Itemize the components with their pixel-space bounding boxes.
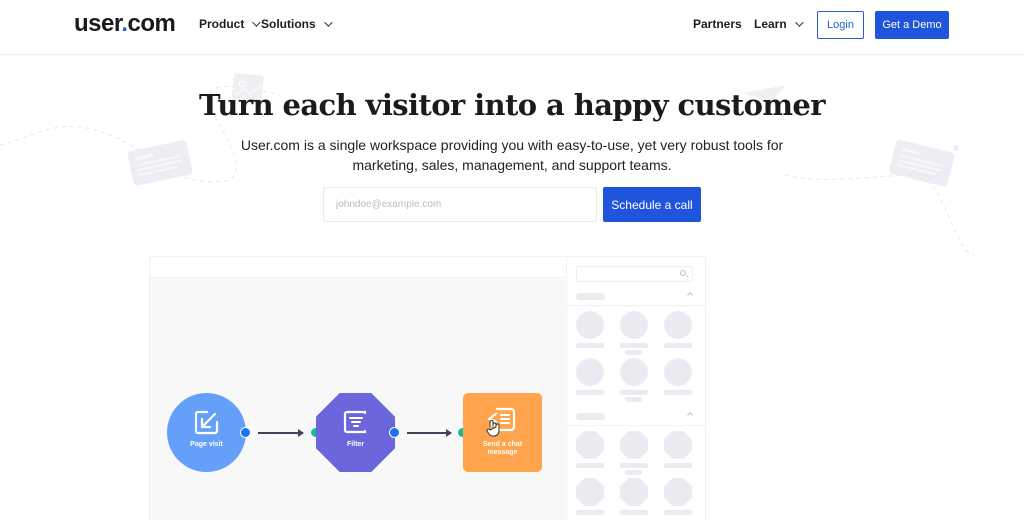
label-placeholder xyxy=(620,463,648,468)
email-input[interactable] xyxy=(323,187,597,222)
output-port[interactable] xyxy=(389,427,400,438)
nav-partners-label: Partners xyxy=(693,17,742,31)
chevron-down-icon xyxy=(323,18,333,27)
trigger-placeholder[interactable] xyxy=(664,358,692,386)
label-placeholder xyxy=(625,350,642,355)
flow-node-label: Page visit xyxy=(190,441,223,448)
label-placeholder xyxy=(620,510,648,515)
nav-learn[interactable]: Learn xyxy=(754,17,804,31)
trigger-placeholder[interactable] xyxy=(620,358,648,386)
label-placeholder xyxy=(576,463,604,468)
flow-node-filter[interactable]: Filter xyxy=(316,393,395,472)
trigger-placeholder[interactable] xyxy=(620,311,648,339)
panel-section-header[interactable] xyxy=(567,290,705,306)
condition-placeholder[interactable] xyxy=(664,431,692,459)
chevron-down-icon xyxy=(252,18,262,27)
condition-placeholder[interactable] xyxy=(576,431,604,459)
label-placeholder xyxy=(620,390,648,395)
condition-placeholder[interactable] xyxy=(576,478,604,506)
get-demo-button[interactable]: Get a Demo xyxy=(875,11,949,39)
flow-canvas[interactable] xyxy=(149,256,565,520)
top-navigation: user.com Product Solutions Partners Lear… xyxy=(0,0,1024,55)
condition-placeholder[interactable] xyxy=(620,431,648,459)
condition-placeholder[interactable] xyxy=(664,478,692,506)
chevron-down-icon xyxy=(794,18,804,27)
message-card-icon-right xyxy=(889,139,955,187)
chevron-up-icon[interactable] xyxy=(687,412,693,418)
search-icon xyxy=(680,270,686,276)
logo[interactable]: user.com xyxy=(74,10,176,38)
node-library-panel xyxy=(566,256,706,520)
label-placeholder xyxy=(664,510,692,515)
canvas-toolbar xyxy=(150,257,565,278)
trigger-placeholder[interactable] xyxy=(664,311,692,339)
trigger-placeholder[interactable] xyxy=(576,311,604,339)
hero-title: Turn each visitor into a happy customer xyxy=(199,88,825,122)
section-title-placeholder xyxy=(576,413,605,420)
panel-search-input[interactable] xyxy=(576,266,693,282)
connection-arrow xyxy=(258,429,304,436)
nav-product-label: Product xyxy=(199,17,245,31)
nav-solutions-label: Solutions xyxy=(261,17,316,31)
label-placeholder xyxy=(576,343,604,348)
page-visit-icon xyxy=(194,410,219,435)
nav-product[interactable]: Product xyxy=(199,17,262,31)
panel-section-header[interactable] xyxy=(567,410,705,426)
flow-node-page-visit[interactable]: Page visit xyxy=(167,393,246,472)
flow-node-send-chat-message[interactable]: Send a chat message xyxy=(463,393,542,472)
message-card-icon-left xyxy=(127,140,193,186)
label-placeholder xyxy=(664,343,692,348)
chevron-up-icon[interactable] xyxy=(687,292,693,298)
label-placeholder xyxy=(576,510,604,515)
label-placeholder xyxy=(576,390,604,395)
hero-subtitle: User.com is a single workspace providing… xyxy=(240,137,784,173)
section-title-placeholder xyxy=(576,293,605,300)
dashed-path-right xyxy=(784,174,976,255)
schedule-call-button[interactable]: Schedule a call xyxy=(603,187,701,222)
label-placeholder xyxy=(620,343,648,348)
label-placeholder xyxy=(664,390,692,395)
hand-pointer-icon xyxy=(486,420,500,437)
label-placeholder xyxy=(664,463,692,468)
filter-icon xyxy=(343,410,367,434)
login-button[interactable]: Login xyxy=(817,11,864,39)
nav-learn-label: Learn xyxy=(754,17,787,31)
output-port[interactable] xyxy=(240,427,251,438)
logo-text: user xyxy=(74,10,122,37)
connection-arrow xyxy=(407,429,452,436)
trigger-placeholder[interactable] xyxy=(576,358,604,386)
nav-solutions[interactable]: Solutions xyxy=(261,17,333,31)
nav-partners[interactable]: Partners xyxy=(693,17,742,31)
condition-placeholder[interactable] xyxy=(620,478,648,506)
flow-node-label: Filter xyxy=(346,441,365,448)
flow-node-label: Send a chat message xyxy=(482,441,523,456)
label-placeholder xyxy=(625,470,642,475)
label-placeholder xyxy=(625,397,642,402)
logo-text-tail: com xyxy=(127,10,176,37)
